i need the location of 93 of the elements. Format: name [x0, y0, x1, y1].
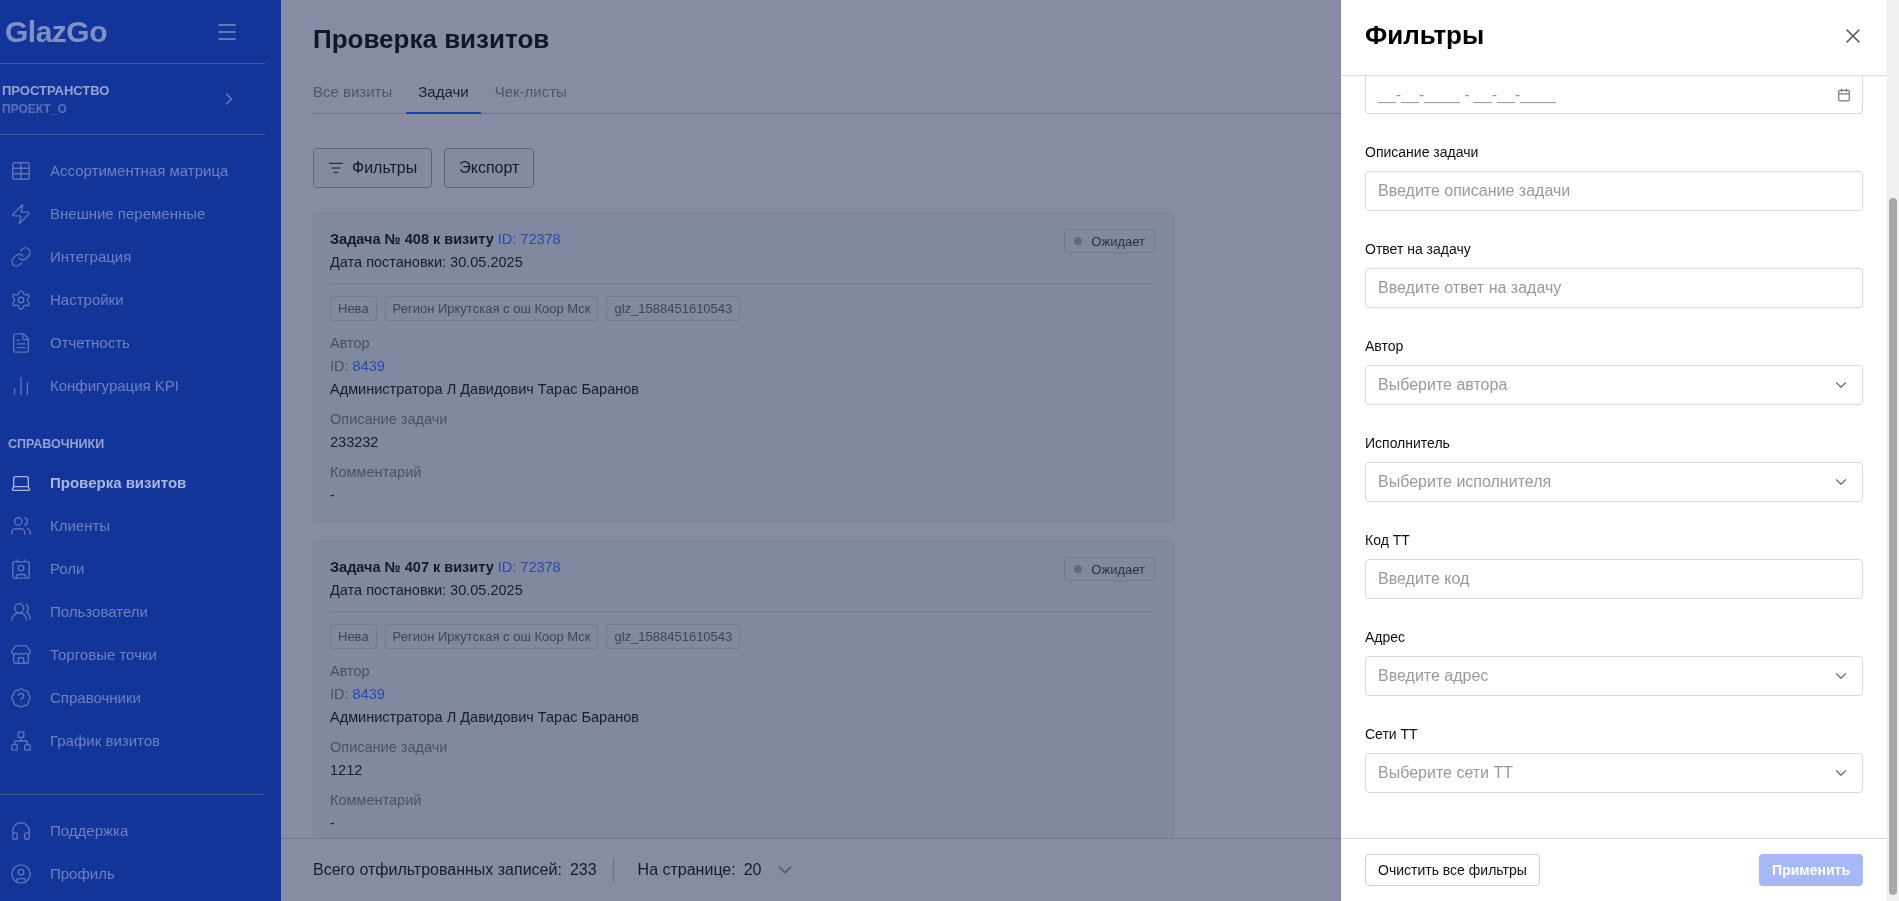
author-id-link[interactable]: 8439 [352, 358, 385, 374]
sidebar-item[interactable]: Торговые точки [0, 633, 281, 676]
tag: Регион Иркутская с ош Коор Мск [384, 624, 599, 649]
tag: Регион Иркутская с ош Коор Мск [384, 296, 599, 321]
input-field[interactable]: Введите ответ на задачу [1365, 268, 1863, 308]
network-icon [10, 729, 32, 752]
tab[interactable]: Чек-листы [482, 75, 579, 114]
tab[interactable]: Все визиты [313, 75, 405, 114]
field-label: Автор [330, 335, 371, 351]
select-field[interactable]: Выберите сети ТТ [1365, 753, 1863, 793]
calendar-icon [1837, 88, 1851, 102]
author-id-link[interactable]: 8439 [352, 686, 385, 702]
input-field[interactable]: Введите описание задачи [1365, 171, 1863, 211]
select-field[interactable]: Выберите автора [1365, 365, 1863, 405]
tag: Нева [330, 624, 377, 649]
lightning-icon [10, 202, 32, 225]
tag: glz_1588451610543 [606, 296, 741, 321]
tab[interactable]: Задачи [406, 75, 481, 114]
task-title: Задача № 407 к визиту ID: 72378 [330, 559, 561, 575]
total-label: Всего отфильтрованных записей: [313, 861, 562, 879]
section-heading: СПРАВОЧНИКИ [7, 436, 106, 453]
sidebar-item[interactable]: График визитов [0, 719, 281, 762]
visit-id-link[interactable]: ID: 72378 [497, 231, 561, 247]
grid-icon [10, 159, 32, 182]
sidebar-item[interactable]: Ассортиментная матрица [0, 149, 281, 192]
clear-filters-button[interactable]: Очистить все фильтры [1365, 854, 1540, 886]
filter-label: Исполнитель [1365, 435, 1451, 451]
tag: glz_1588451610543 [606, 624, 741, 649]
author-id: ID: 8439 [330, 358, 386, 374]
link-icon [10, 245, 32, 268]
status-badge: Ожидает [1064, 557, 1155, 581]
sidebar-item[interactable]: Пользователи [0, 590, 281, 633]
scrollbar[interactable] [1887, 0, 1899, 901]
author-name: Администратора Л Давидович Тарас Баранов [330, 381, 640, 397]
description-text: 1212 [330, 762, 364, 778]
task-title: Задача № 408 к визиту ID: 72378 [330, 231, 561, 247]
filter-label: Автор [1365, 338, 1405, 354]
user-circle-icon [10, 862, 32, 885]
workspace-label: ПРОСТРАНСТВО [2, 82, 110, 98]
sidebar-item[interactable]: Отчетность [0, 321, 281, 364]
logo: GlazGo [5, 14, 107, 49]
sidebar-item[interactable]: Роли [0, 547, 281, 590]
page-title: Проверка визитов [313, 24, 551, 55]
sidebar-item[interactable]: Внешние переменные [0, 192, 281, 235]
people-icon [10, 514, 32, 537]
sidebar-item[interactable]: Конфигурация KPI [0, 364, 281, 407]
drawer-title: Фильтры [1365, 20, 1485, 51]
field-label: Автор [330, 663, 371, 679]
description-text: 233232 [330, 434, 380, 450]
page-size-select[interactable]: 20 [743, 859, 796, 881]
store-icon [10, 643, 32, 666]
sidebar-item[interactable]: Клиенты [0, 504, 281, 547]
field-label: Комментарий [330, 792, 423, 808]
field-label: Описание задачи [330, 411, 449, 427]
export-button[interactable]: Экспорт [444, 148, 535, 188]
input-field[interactable]: Введите код [1365, 559, 1863, 599]
author-id: ID: 8439 [330, 686, 386, 702]
sidebar-item[interactable]: Интеграция [0, 235, 281, 278]
tag: Нева [330, 296, 377, 321]
id-card-icon [10, 557, 32, 580]
workspace-switcher[interactable]: ПРОСТРАНСТВО ПРОЕКТ_О [0, 64, 265, 135]
comment-text: - [330, 487, 336, 503]
sidebar-item[interactable]: Профиль [0, 852, 265, 895]
sidebar-item[interactable]: Настройки [0, 278, 281, 321]
total-count: 233 [569, 861, 597, 879]
comment-text: - [330, 815, 336, 831]
field-label: Комментарий [330, 464, 423, 480]
filter-label: Код ТТ [1365, 532, 1411, 548]
page-size-label: На странице: [637, 861, 736, 879]
filter-label: Сети ТТ [1365, 726, 1419, 742]
sidebar-item[interactable]: Справочники [0, 676, 281, 719]
document-icon [10, 331, 32, 354]
field-label: Описание задачи [330, 739, 449, 755]
filter-label: Адрес [1365, 629, 1407, 645]
date-range-field[interactable]: __-__-____ - __-__-____ [1365, 76, 1863, 114]
filter-icon [328, 160, 344, 176]
filter-label: Ответ на задачу [1365, 241, 1472, 257]
filter-button[interactable]: Фильтры [313, 148, 433, 188]
select-field[interactable]: Введите адрес [1365, 656, 1863, 696]
task-date: Дата постановки: 30.05.2025 [330, 254, 524, 270]
users-icon [10, 600, 32, 623]
visit-id-link[interactable]: ID: 72378 [497, 559, 561, 575]
select-field[interactable]: Выберите исполнителя [1365, 462, 1863, 502]
author-name: Администратора Л Давидович Тарас Баранов [330, 709, 640, 725]
help-icon [10, 686, 32, 709]
sidebar-item[interactable]: Проверка визитов [0, 461, 281, 504]
task-date: Дата постановки: 30.05.2025 [330, 582, 524, 598]
workspace-name: ПРОЕКТ_О [2, 101, 68, 116]
sidebar-item[interactable]: Поддержка [0, 809, 265, 852]
filter-label: Описание задачи [1365, 144, 1480, 160]
status-badge: Ожидает [1064, 229, 1155, 253]
headset-icon [10, 819, 32, 842]
settings-icon [10, 288, 32, 311]
